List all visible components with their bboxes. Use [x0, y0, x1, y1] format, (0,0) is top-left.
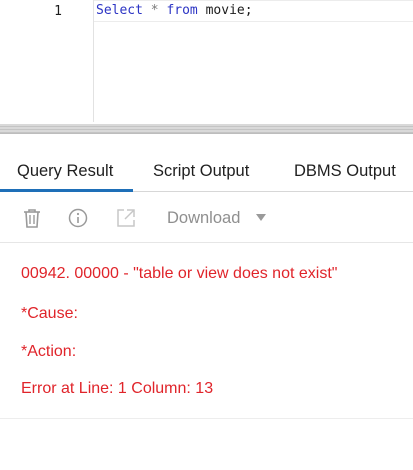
code-line[interactable]: Select * from movie; — [94, 0, 413, 22]
error-location-line: Error at Line: 1 Column: 13 — [21, 380, 214, 397]
result-toolbar: Download — [0, 193, 413, 243]
tab-script-output[interactable]: Script Output — [153, 146, 249, 192]
pane-splitter[interactable] — [0, 122, 413, 142]
tab-dbms-output[interactable]: DBMS Output — [294, 146, 396, 192]
splitter-grip[interactable] — [0, 124, 413, 134]
output-tabs: Query Result Script Output DBMS Output — [0, 146, 413, 192]
line-number: 1 — [54, 4, 62, 19]
error-cause-line: *Cause: — [21, 305, 78, 322]
tab-query-result[interactable]: Query Result — [0, 146, 133, 192]
error-action-line: *Action: — [21, 343, 77, 360]
sql-keyword-from: from — [166, 3, 198, 18]
trash-icon[interactable] — [21, 207, 43, 229]
chevron-down-icon[interactable] — [256, 214, 266, 221]
export-icon[interactable] — [115, 207, 137, 229]
error-messages: 00942. 00000 - "table or view does not e… — [0, 243, 413, 419]
sql-star: * — [150, 3, 159, 18]
download-button[interactable]: Download — [167, 206, 240, 230]
line-number-gutter: 1 — [0, 0, 94, 122]
sql-table-name: movie; — [205, 3, 253, 18]
error-code-line: 00942. 00000 - "table or view does not e… — [21, 265, 338, 282]
sql-editor[interactable]: 1 Select * from movie; — [0, 0, 413, 122]
sql-keyword-select: Select — [96, 3, 143, 18]
info-icon[interactable] — [67, 207, 89, 229]
